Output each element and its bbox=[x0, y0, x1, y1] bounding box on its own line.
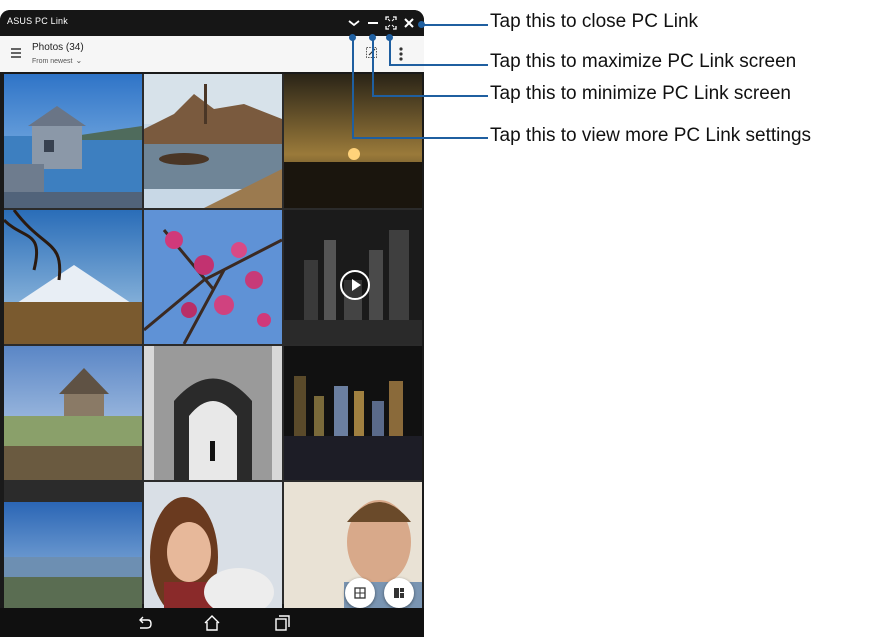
more-options-icon[interactable] bbox=[397, 46, 405, 62]
photo-lake-pier-house[interactable] bbox=[4, 74, 142, 208]
close-icon[interactable] bbox=[400, 13, 418, 33]
photo-mount-fuji[interactable] bbox=[4, 210, 142, 344]
sort-dropdown[interactable]: From newest ⌄ bbox=[32, 56, 82, 65]
callout-line-close bbox=[424, 24, 488, 26]
chevron-down-icon[interactable] bbox=[345, 13, 363, 33]
callout-line-minimize-h bbox=[372, 95, 488, 97]
photo-stone-church[interactable] bbox=[4, 346, 142, 480]
photo-pink-blossoms[interactable] bbox=[144, 210, 282, 344]
callout-line-settings-v bbox=[352, 37, 354, 138]
callout-close: Tap this to close PC Link bbox=[490, 11, 699, 32]
callout-line-minimize-v bbox=[372, 37, 374, 96]
app-bar: Photos (34) From newest ⌄ bbox=[0, 36, 424, 72]
recent-apps-icon[interactable] bbox=[272, 614, 292, 632]
callout-line-settings-h bbox=[352, 137, 488, 139]
callout-maximize: Tap this to maximize PC Link screen bbox=[490, 51, 797, 72]
minimize-icon[interactable] bbox=[364, 13, 382, 33]
navigation-bar bbox=[0, 608, 424, 637]
callout-settings: Tap this to view more PC Link settings bbox=[490, 125, 812, 146]
callout-line-maximize-v bbox=[389, 37, 391, 65]
photo-coast-landscape[interactable] bbox=[4, 482, 142, 616]
maximize-icon[interactable] bbox=[382, 13, 400, 33]
chevron-down-icon: ⌄ bbox=[75, 56, 83, 65]
photo-smiling-woman[interactable] bbox=[144, 482, 282, 616]
menu-icon[interactable] bbox=[10, 46, 24, 60]
pc-link-window: ASUS PC Link Photos (34) From newest ⌄ bbox=[0, 10, 424, 637]
home-icon[interactable] bbox=[202, 614, 222, 632]
page-title: Photos (34) bbox=[32, 42, 84, 53]
collage-button[interactable] bbox=[384, 578, 414, 608]
slideshow-button[interactable] bbox=[345, 578, 375, 608]
photo-grid bbox=[4, 74, 422, 616]
callout-line-maximize-h bbox=[389, 64, 488, 66]
photo-city-night-video[interactable] bbox=[284, 210, 422, 344]
photo-arched-gate-bw[interactable] bbox=[144, 346, 282, 480]
sort-label: From newest bbox=[32, 58, 73, 65]
callout-minimize: Tap this to minimize PC Link screen bbox=[490, 83, 791, 104]
back-icon[interactable] bbox=[134, 614, 154, 632]
photo-pirate-ship-harbor[interactable] bbox=[144, 74, 282, 208]
photo-night-skyline[interactable] bbox=[284, 346, 422, 480]
app-title: ASUS PC Link bbox=[7, 16, 68, 26]
play-icon[interactable] bbox=[340, 270, 370, 300]
title-bar: ASUS PC Link bbox=[0, 10, 424, 36]
